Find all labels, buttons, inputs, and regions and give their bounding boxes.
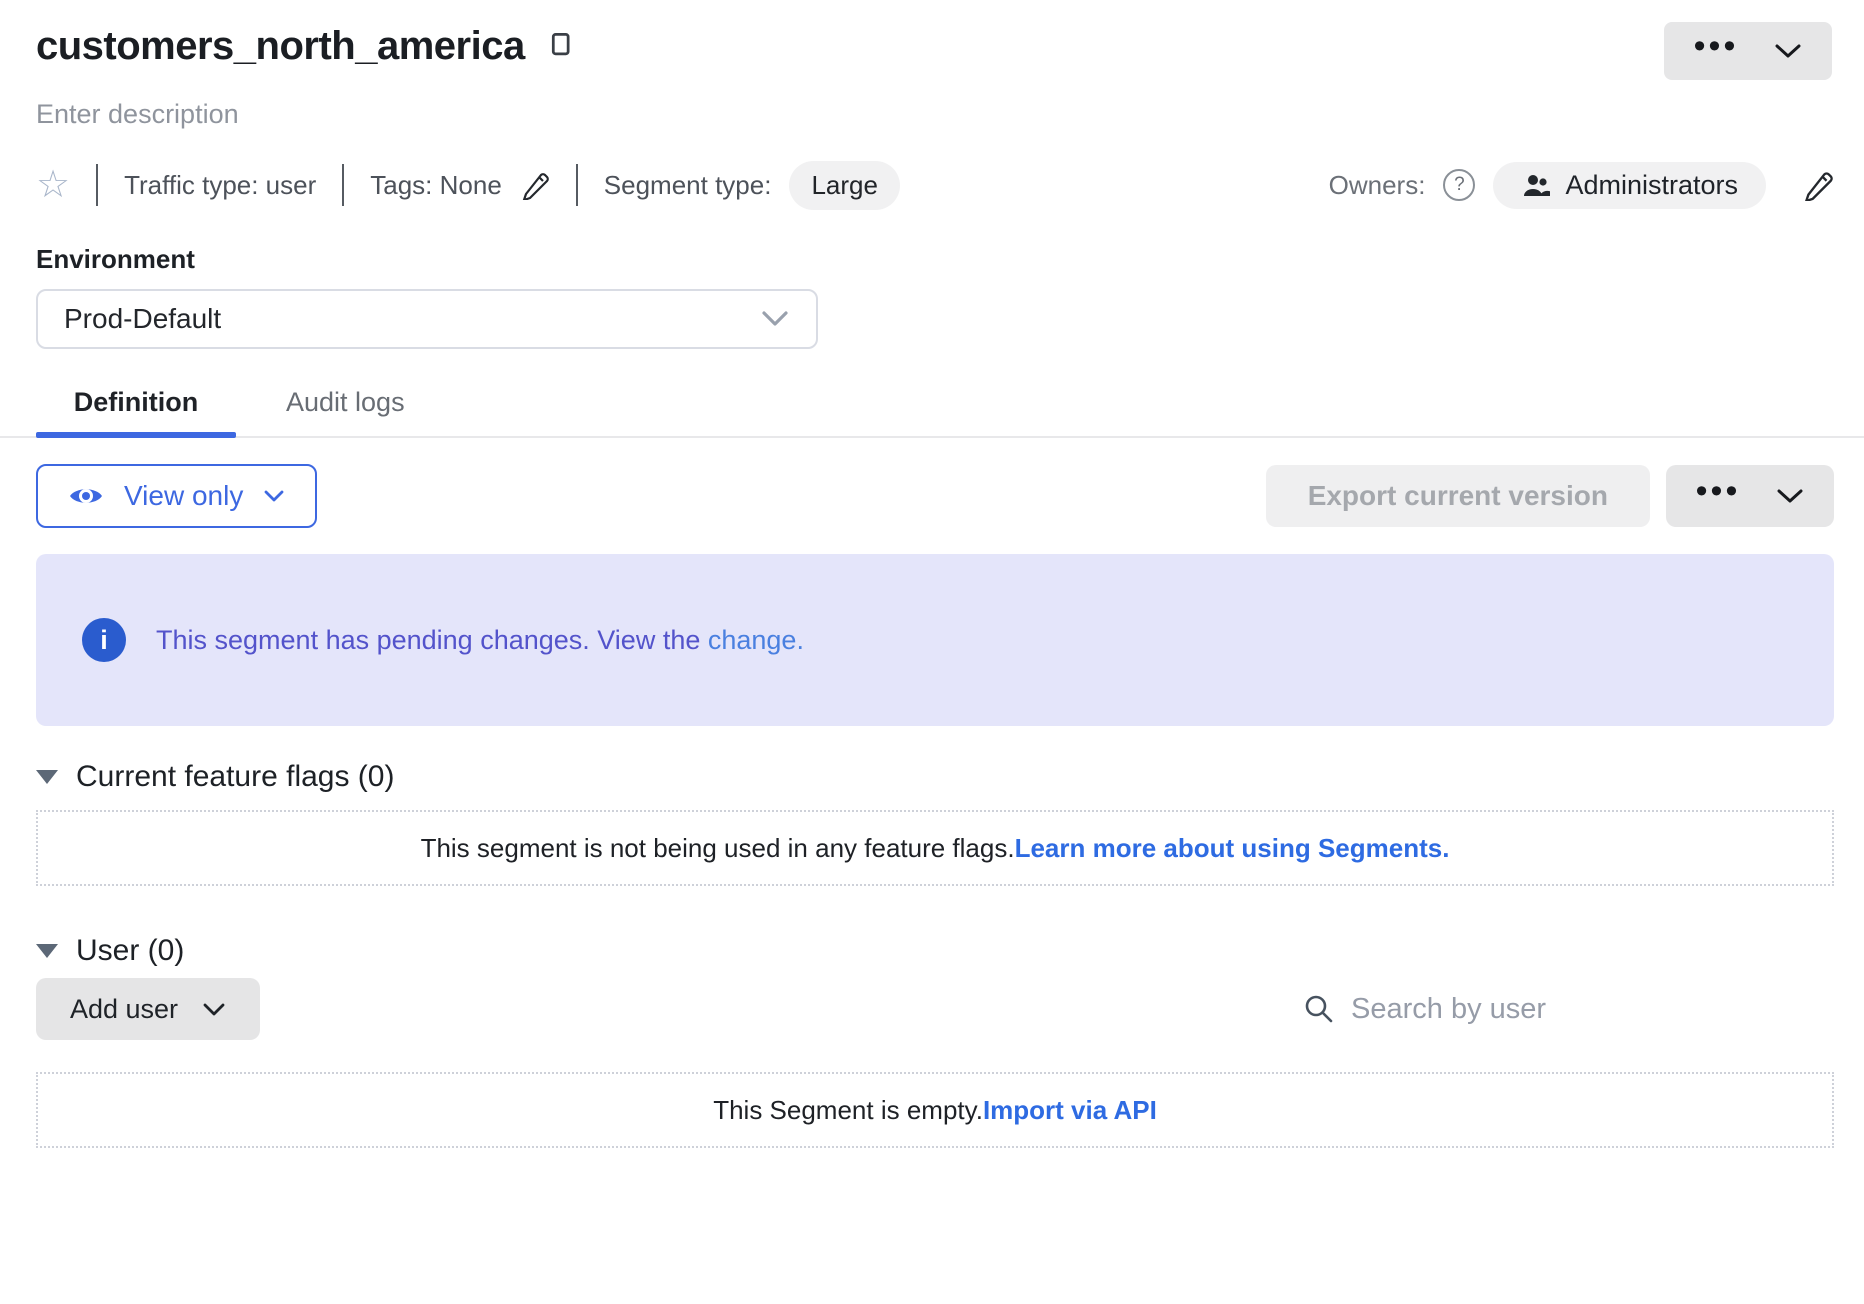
add-user-button[interactable]: Add user	[36, 978, 260, 1040]
search-by-user	[1303, 992, 1834, 1027]
info-icon: i	[82, 618, 126, 662]
description-field[interactable]: Enter description	[36, 99, 1834, 130]
traffic-type-label: Traffic type: user	[124, 170, 316, 201]
feature-flags-empty-text: This segment is not being used in any fe…	[421, 833, 1015, 864]
copy-icon[interactable]	[545, 31, 573, 63]
search-by-user-input[interactable]	[1349, 992, 1809, 1027]
banner-message: This segment has pending changes. View t…	[156, 625, 804, 656]
view-only-label: View only	[124, 480, 243, 512]
feature-flags-empty-state: This segment is not being used in any fe…	[36, 810, 1834, 886]
segment-detail-page: customers_north_america ••• Enter descri…	[0, 0, 1864, 1148]
environment-select[interactable]: Prod-Default	[36, 289, 818, 349]
feature-flags-heading: Current feature flags (0)	[76, 760, 394, 794]
title-row: customers_north_america •••	[36, 0, 1834, 69]
segment-type-label: Segment type:	[604, 170, 772, 201]
chevron-down-icon	[263, 489, 285, 503]
chevron-down-icon	[1774, 43, 1802, 59]
divider	[96, 164, 98, 206]
search-icon	[1303, 993, 1335, 1025]
pending-changes-banner: i This segment has pending changes. View…	[36, 554, 1834, 726]
banner-message-text: This segment has pending changes. View t…	[156, 625, 708, 655]
user-empty-state: This Segment is empty.Import via API	[36, 1072, 1834, 1148]
export-current-version-button[interactable]: Export current version	[1266, 465, 1650, 527]
divider	[576, 164, 578, 206]
toolbar-more-menu-button[interactable]: •••	[1666, 465, 1834, 527]
user-heading: User (0)	[76, 934, 184, 968]
edit-owners-icon[interactable]	[1802, 169, 1834, 201]
chevron-down-icon	[760, 310, 790, 328]
view-change-link[interactable]: change.	[708, 625, 804, 655]
tab-audit-logs[interactable]: Audit logs	[286, 387, 405, 436]
owners-badge: Administrators	[1493, 162, 1766, 209]
favorite-star-icon[interactable]: ☆	[36, 166, 70, 204]
meta-row: ☆ Traffic type: user Tags: None Segment …	[36, 162, 1834, 208]
environment-label: Environment	[36, 244, 1834, 275]
tags-label: Tags: None	[370, 170, 502, 201]
user-empty-text: This Segment is empty.	[713, 1095, 983, 1126]
owners-label: Owners:	[1329, 170, 1426, 201]
chevron-down-icon	[202, 1002, 226, 1017]
feature-flags-section-header[interactable]: Current feature flags (0)	[36, 760, 1834, 794]
toolbar-right-group: Export current version •••	[1266, 465, 1834, 527]
divider	[342, 164, 344, 206]
page-title: customers_north_america	[36, 24, 525, 69]
tab-definition[interactable]: Definition	[36, 387, 236, 436]
tabs-bar: Definition Audit logs	[0, 387, 1864, 438]
view-only-button[interactable]: View only	[36, 464, 317, 528]
chevron-down-icon	[1776, 488, 1804, 504]
user-section-header[interactable]: User (0)	[36, 934, 1834, 968]
people-icon	[1521, 172, 1551, 198]
help-icon[interactable]: ?	[1443, 169, 1475, 201]
collapse-caret-icon	[36, 770, 58, 784]
collapse-caret-icon	[36, 944, 58, 958]
add-user-label: Add user	[70, 994, 178, 1025]
learn-more-link[interactable]: Learn more about using Segments.	[1015, 833, 1450, 864]
definition-toolbar: View only Export current version •••	[36, 464, 1834, 528]
import-via-api-link[interactable]: Import via API	[983, 1095, 1157, 1126]
environment-selected-value: Prod-Default	[64, 303, 221, 335]
header-more-menu-button[interactable]: •••	[1664, 22, 1832, 80]
owners-group: Owners: ? Administrators	[1329, 162, 1834, 209]
user-toolbar: Add user	[36, 978, 1834, 1040]
owners-value: Administrators	[1565, 170, 1738, 201]
eye-icon	[68, 484, 104, 508]
segment-type-badge: Large	[789, 161, 900, 210]
edit-tags-icon[interactable]	[520, 170, 550, 200]
